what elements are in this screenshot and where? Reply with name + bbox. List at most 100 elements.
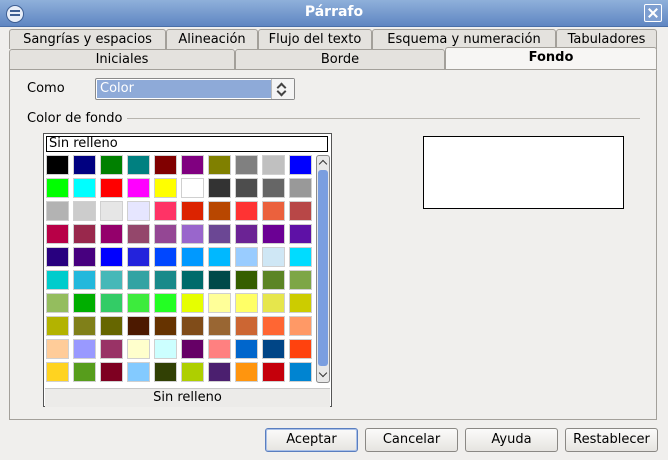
color-swatch[interactable] bbox=[208, 270, 231, 290]
color-swatch[interactable] bbox=[46, 339, 69, 359]
color-swatch[interactable] bbox=[289, 247, 312, 267]
color-swatch[interactable] bbox=[262, 178, 285, 198]
tab-tabuladores[interactable]: Tabuladores bbox=[556, 29, 657, 49]
color-swatch[interactable] bbox=[262, 339, 285, 359]
color-swatch[interactable] bbox=[208, 339, 231, 359]
color-swatch[interactable] bbox=[208, 201, 231, 221]
color-swatch[interactable] bbox=[100, 339, 123, 359]
no-fill-option[interactable]: Sin relleno bbox=[46, 136, 328, 152]
tab-fondo[interactable]: Fondo bbox=[445, 47, 657, 69]
color-swatch[interactable] bbox=[208, 362, 231, 382]
color-swatch[interactable] bbox=[46, 155, 69, 175]
color-swatch[interactable] bbox=[208, 155, 231, 175]
color-swatch[interactable] bbox=[235, 247, 258, 267]
palette-scrollbar[interactable] bbox=[316, 155, 330, 383]
color-swatch[interactable] bbox=[100, 362, 123, 382]
color-swatch[interactable] bbox=[154, 155, 177, 175]
color-swatch[interactable] bbox=[46, 247, 69, 267]
color-swatch[interactable] bbox=[154, 293, 177, 313]
color-swatch[interactable] bbox=[100, 316, 123, 336]
color-swatch[interactable] bbox=[289, 362, 312, 382]
color-swatch[interactable] bbox=[289, 293, 312, 313]
color-swatch[interactable] bbox=[289, 178, 312, 198]
color-swatch[interactable] bbox=[127, 316, 150, 336]
color-swatch[interactable] bbox=[73, 316, 96, 336]
color-swatch[interactable] bbox=[127, 201, 150, 221]
color-swatch[interactable] bbox=[289, 155, 312, 175]
color-swatch[interactable] bbox=[73, 178, 96, 198]
tab-flujo-texto[interactable]: Flujo del texto bbox=[258, 29, 372, 49]
color-swatch[interactable] bbox=[235, 224, 258, 244]
color-swatch[interactable] bbox=[262, 201, 285, 221]
color-swatch[interactable] bbox=[100, 224, 123, 244]
color-swatch[interactable] bbox=[127, 247, 150, 267]
color-swatch[interactable] bbox=[289, 201, 312, 221]
color-swatch[interactable] bbox=[46, 316, 69, 336]
color-swatch[interactable] bbox=[181, 270, 204, 290]
scroll-thumb[interactable] bbox=[318, 170, 328, 366]
color-swatch[interactable] bbox=[262, 362, 285, 382]
color-swatch[interactable] bbox=[73, 362, 96, 382]
color-swatch[interactable] bbox=[100, 293, 123, 313]
cancel-button[interactable]: Cancelar bbox=[365, 428, 458, 452]
color-swatch[interactable] bbox=[73, 247, 96, 267]
como-select[interactable]: Color bbox=[95, 78, 295, 100]
color-swatch[interactable] bbox=[208, 247, 231, 267]
color-swatch[interactable] bbox=[208, 224, 231, 244]
color-swatch[interactable] bbox=[46, 293, 69, 313]
color-swatch[interactable] bbox=[181, 339, 204, 359]
color-swatch[interactable] bbox=[127, 155, 150, 175]
color-swatch[interactable] bbox=[100, 201, 123, 221]
color-swatch[interactable] bbox=[262, 247, 285, 267]
color-swatch[interactable] bbox=[127, 293, 150, 313]
color-swatch[interactable] bbox=[127, 178, 150, 198]
color-swatch[interactable] bbox=[127, 339, 150, 359]
color-swatch[interactable] bbox=[235, 201, 258, 221]
color-swatch[interactable] bbox=[181, 316, 204, 336]
color-swatch[interactable] bbox=[73, 270, 96, 290]
color-swatch[interactable] bbox=[154, 201, 177, 221]
color-swatch[interactable] bbox=[235, 316, 258, 336]
color-swatch[interactable] bbox=[154, 247, 177, 267]
color-swatch[interactable] bbox=[181, 224, 204, 244]
color-swatch[interactable] bbox=[181, 293, 204, 313]
color-swatch[interactable] bbox=[181, 247, 204, 267]
tab-iniciales[interactable]: Iniciales bbox=[9, 49, 235, 69]
color-swatch[interactable] bbox=[235, 362, 258, 382]
color-swatch[interactable] bbox=[73, 339, 96, 359]
color-swatch[interactable] bbox=[127, 362, 150, 382]
color-swatch[interactable] bbox=[154, 178, 177, 198]
help-button[interactable]: Ayuda bbox=[465, 428, 558, 452]
color-swatch[interactable] bbox=[181, 201, 204, 221]
color-swatch[interactable] bbox=[127, 270, 150, 290]
color-swatch[interactable] bbox=[262, 293, 285, 313]
scroll-up-icon[interactable] bbox=[318, 159, 328, 169]
color-swatch[interactable] bbox=[73, 293, 96, 313]
color-swatch[interactable] bbox=[73, 201, 96, 221]
color-swatch[interactable] bbox=[73, 224, 96, 244]
color-swatch[interactable] bbox=[289, 270, 312, 290]
color-swatch[interactable] bbox=[262, 224, 285, 244]
chevron-updown-icon[interactable] bbox=[271, 79, 294, 99]
color-swatch[interactable] bbox=[100, 247, 123, 267]
color-swatch[interactable] bbox=[289, 339, 312, 359]
color-swatch[interactable] bbox=[154, 316, 177, 336]
color-swatch[interactable] bbox=[235, 155, 258, 175]
color-swatch[interactable] bbox=[262, 316, 285, 336]
color-swatch[interactable] bbox=[46, 178, 69, 198]
color-swatch[interactable] bbox=[181, 155, 204, 175]
reset-button[interactable]: Restablecer bbox=[565, 428, 658, 452]
color-swatch[interactable] bbox=[235, 270, 258, 290]
scroll-down-icon[interactable] bbox=[318, 368, 328, 378]
color-swatch[interactable] bbox=[154, 224, 177, 244]
color-swatch[interactable] bbox=[181, 362, 204, 382]
tab-sangrias[interactable]: Sangrías y espacios bbox=[9, 29, 166, 49]
color-swatch[interactable] bbox=[208, 178, 231, 198]
color-swatch[interactable] bbox=[289, 316, 312, 336]
color-swatch[interactable] bbox=[46, 362, 69, 382]
color-swatch[interactable] bbox=[235, 178, 258, 198]
color-swatch[interactable] bbox=[100, 155, 123, 175]
color-swatch[interactable] bbox=[289, 224, 312, 244]
tab-alineacion[interactable]: Alineación bbox=[166, 29, 258, 49]
color-swatch[interactable] bbox=[73, 155, 96, 175]
